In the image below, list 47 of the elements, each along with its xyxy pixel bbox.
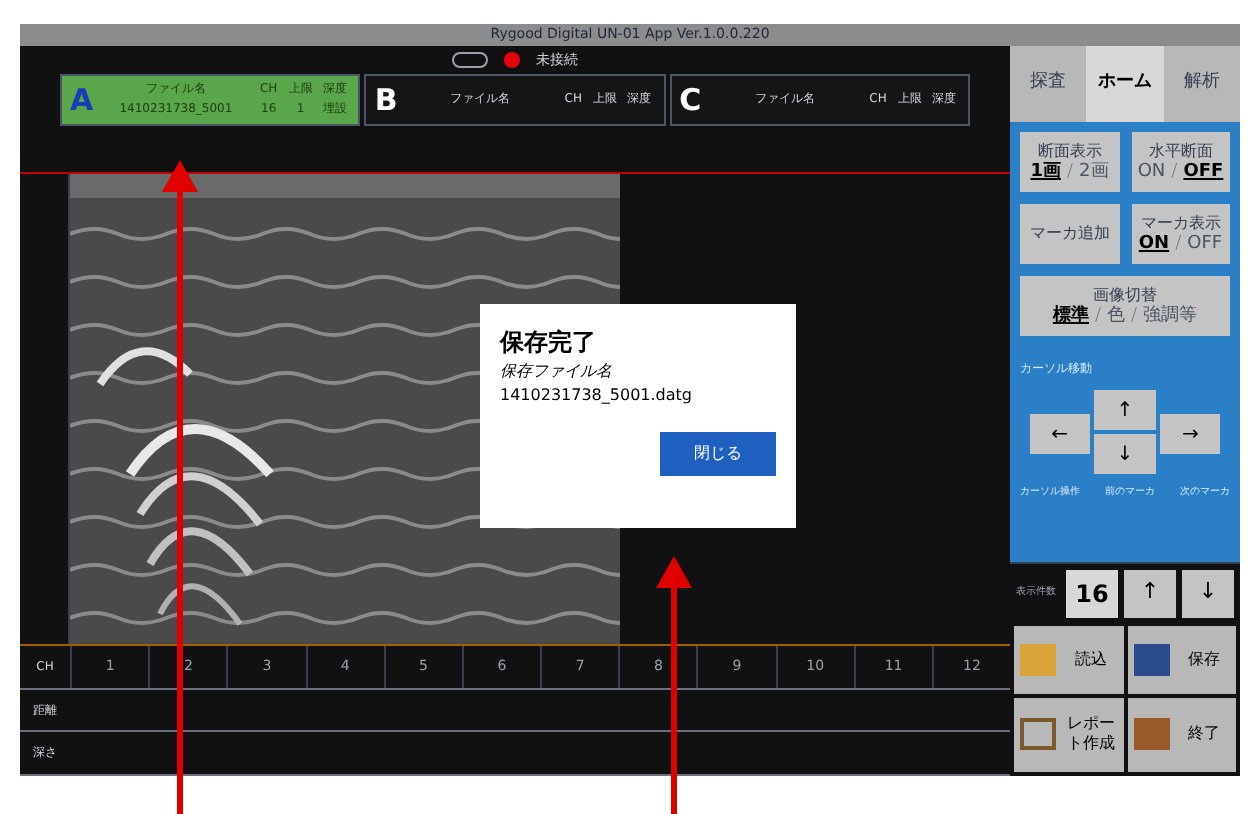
option-label: 強調等: [1143, 307, 1198, 325]
option-label: 2画: [1079, 163, 1109, 181]
button-label: マーカ表示: [1140, 215, 1221, 231]
tab[interactable]: ホーム: [1086, 46, 1164, 122]
status-icon: [504, 52, 520, 68]
option-separator: /: [1175, 235, 1182, 253]
dialog-title: 保存完了: [500, 326, 598, 360]
option-label: ON: [1137, 163, 1166, 181]
button-label: 画像切替: [1093, 287, 1157, 303]
action-button[interactable]: 保存: [1127, 626, 1236, 693]
slot-letter: A: [70, 79, 94, 122]
option-separator: /: [1066, 163, 1074, 181]
action-button[interactable]: レポート作成: [1014, 697, 1123, 772]
action-button[interactable]: 終了: [1127, 697, 1236, 772]
option-label: OFF: [1183, 163, 1224, 181]
panel-button[interactable]: 画像切替 標準 / 色 / 強調等: [1020, 276, 1230, 336]
panel-button[interactable]: 水平断面 ON / OFF: [1131, 132, 1230, 192]
option-label: 標準: [1052, 307, 1089, 325]
close-button[interactable]: 閉じる: [660, 432, 776, 476]
option-label: OFF: [1187, 235, 1223, 253]
panel-button[interactable]: マーカ表示 ON / OFF: [1131, 204, 1230, 264]
slot-letter: C: [679, 79, 702, 122]
option-label: 色: [1107, 307, 1125, 325]
left-button[interactable]: ←: [1029, 414, 1091, 454]
panel-button[interactable]: 断面表示 1画 / 2画: [1020, 132, 1119, 192]
slot-letter: B: [374, 79, 398, 122]
down-button[interactable]: ↓: [1094, 434, 1156, 474]
up-button[interactable]: ↑: [1124, 569, 1176, 617]
down-button[interactable]: ↓: [1182, 569, 1234, 617]
button-label: 水平断面: [1148, 143, 1213, 159]
toggle-switch[interactable]: [452, 52, 488, 68]
option-separator: /: [1131, 307, 1138, 325]
right-button[interactable]: →: [1159, 414, 1221, 454]
button-label: マーカ追加: [1029, 226, 1110, 242]
option-separator: /: [1094, 307, 1101, 325]
option-separator: /: [1171, 163, 1178, 181]
button-label: 断面表示: [1037, 143, 1102, 159]
action-button[interactable]: 読込: [1014, 626, 1123, 693]
tab[interactable]: 探査: [1010, 46, 1087, 122]
file-name: 1410231738_5001.datg: [500, 384, 694, 408]
counter-value: 16: [1066, 569, 1118, 617]
up-button[interactable]: ↑: [1094, 390, 1156, 430]
tab[interactable]: 解析: [1163, 46, 1240, 122]
dialog-label: 保存ファイル名: [500, 360, 614, 384]
option-label: 1画: [1030, 163, 1061, 181]
option-label: ON: [1138, 235, 1170, 253]
panel-button[interactable]: マーカ追加: [1020, 204, 1119, 264]
